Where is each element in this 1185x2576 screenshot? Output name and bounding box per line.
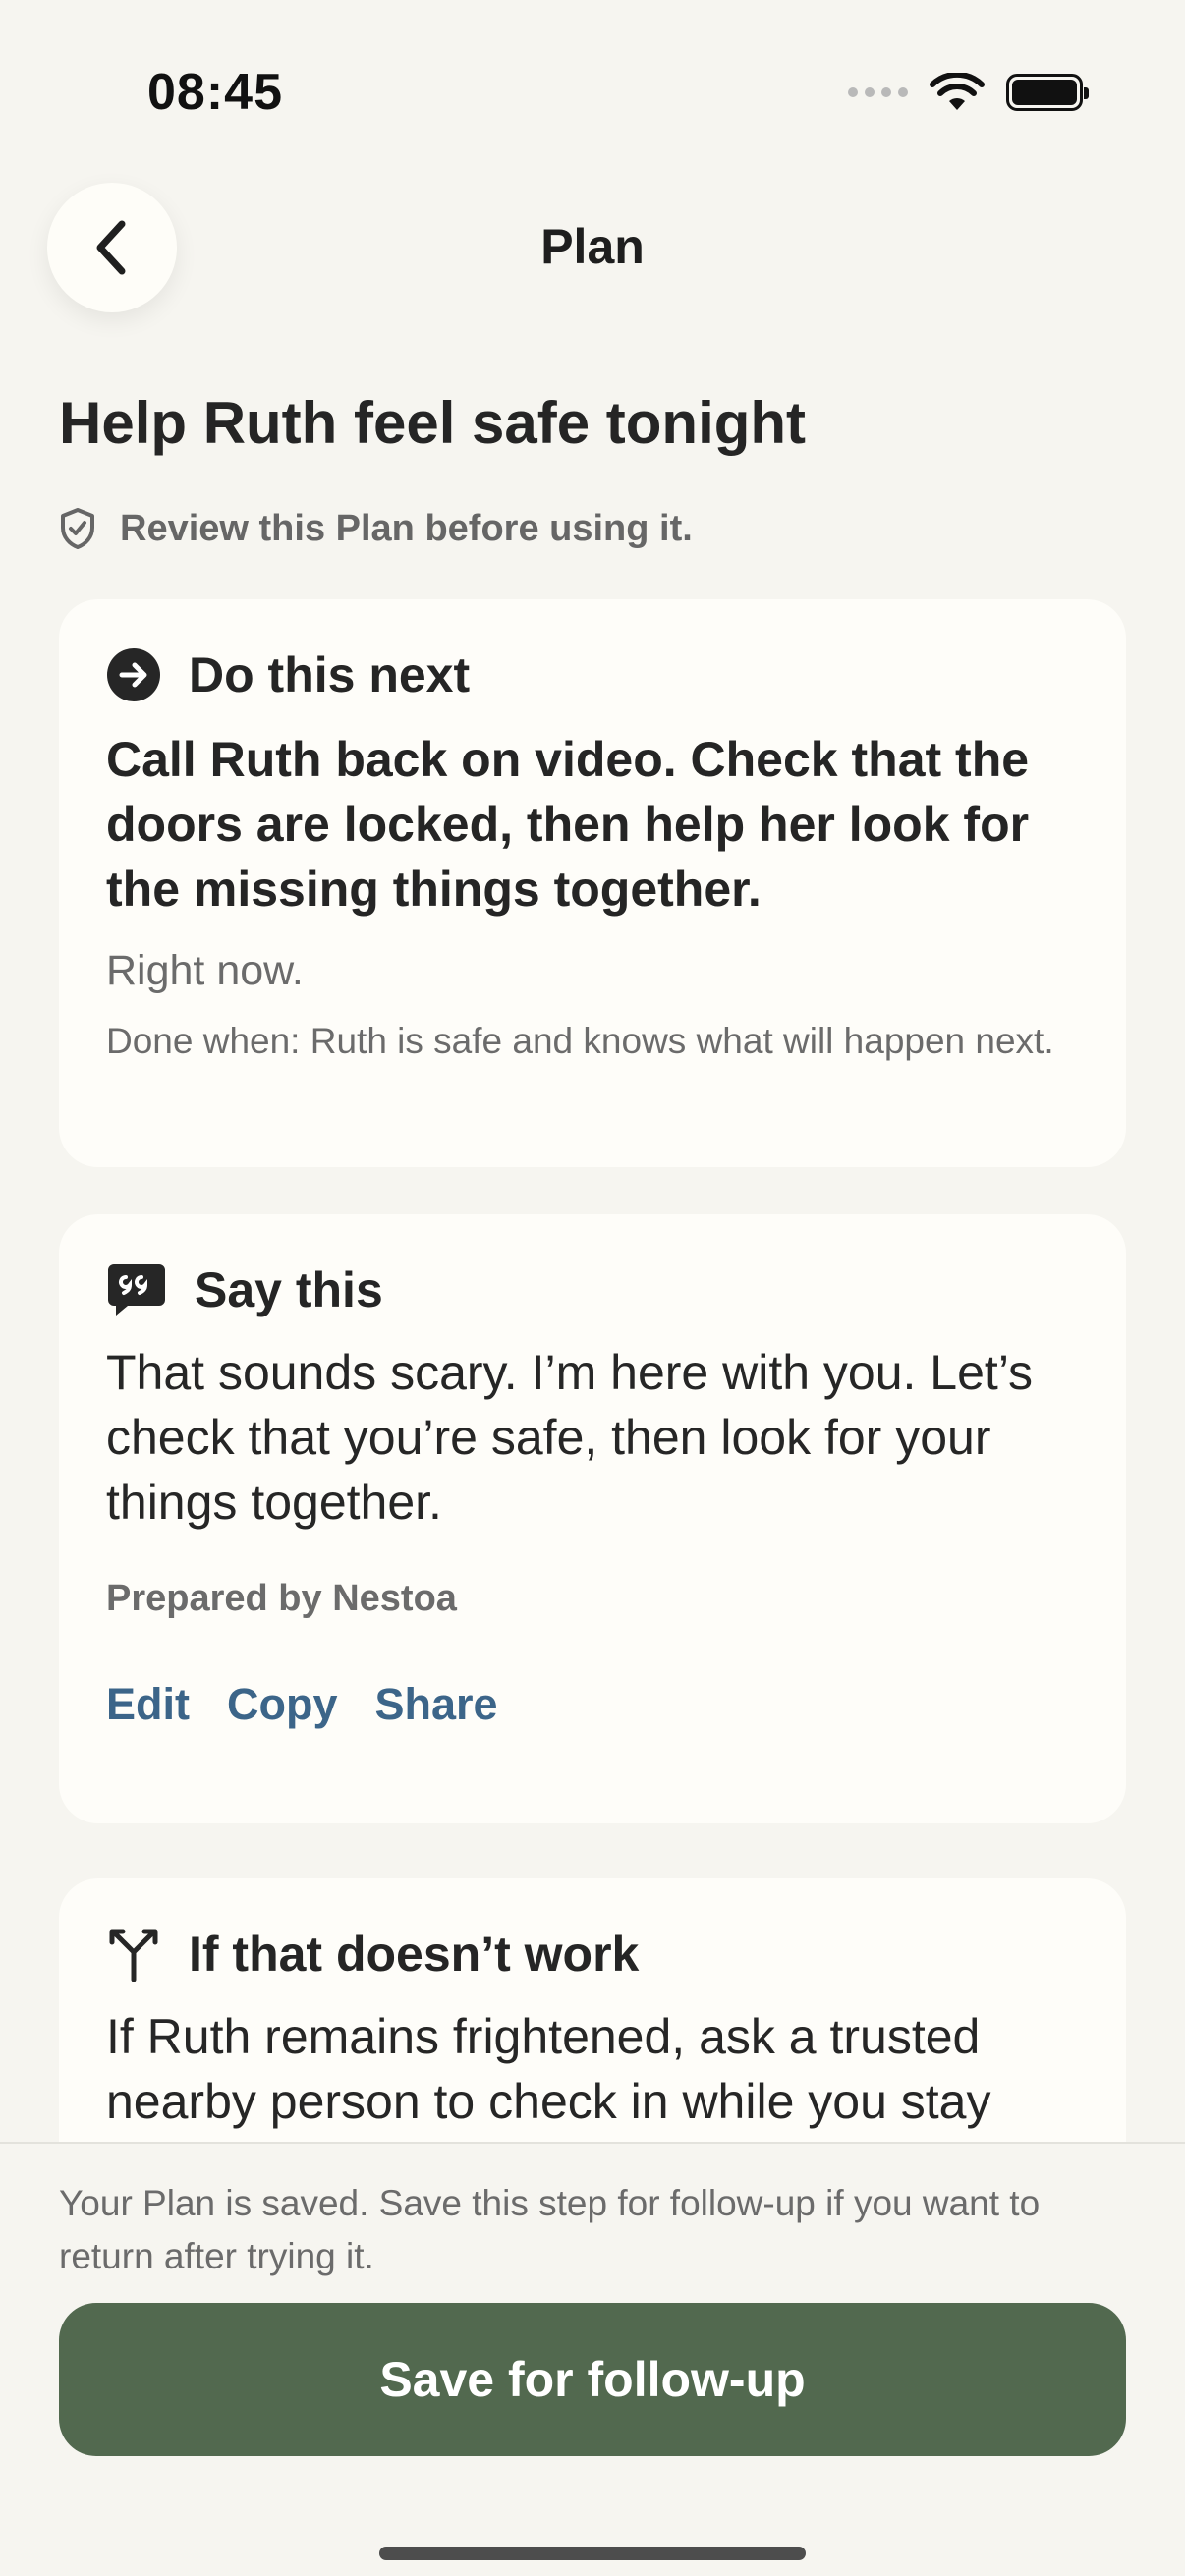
review-note: Review this Plan before using it. (59, 507, 693, 550)
next-step-done-when: Done when: Ruth is safe and knows what w… (106, 1021, 1054, 1061)
share-button[interactable]: Share (375, 1679, 498, 1730)
plan-content[interactable]: Do this next Call Ruth back on video. Ch… (0, 599, 1185, 2142)
fallback-text: If Ruth remains frightened, ask a truste… (106, 2009, 991, 2129)
prepared-by: Prepared by Nestoa (106, 1578, 457, 1619)
save-for-follow-up-button[interactable]: Save for follow-up (59, 2303, 1126, 2456)
wifi-icon (930, 73, 985, 110)
copy-button[interactable]: Copy (227, 1679, 338, 1730)
status-bar: 08:45 (0, 0, 1185, 187)
next-step-timing: Right now. (106, 947, 304, 994)
say-this-text: That sounds scary. I’m here with you. Le… (106, 1345, 1034, 1530)
next-step-label: Do this next (189, 647, 471, 702)
fallback-label: If that doesn’t work (189, 1927, 640, 1982)
say-this-card: Say this That sounds scary. I’m here wit… (59, 1214, 1126, 1823)
battery-icon (1006, 74, 1089, 111)
say-this-actions: Edit Copy Share (106, 1679, 1079, 1730)
home-indicator[interactable] (379, 2547, 806, 2560)
bottom-panel: Your Plan is saved. Save this step for f… (0, 2142, 1185, 2576)
next-step-instruction: Call Ruth back on video. Check that the … (106, 732, 1030, 917)
say-this-header: Say this (106, 1261, 1079, 1318)
shield-check-icon (61, 508, 94, 549)
next-step-card: Do this next Call Ruth back on video. Ch… (59, 599, 1126, 1167)
say-this-label: Say this (195, 1262, 383, 1317)
nav-title: Plan (540, 219, 645, 274)
review-note-text: Review this Plan before using it. (120, 507, 693, 549)
page-heading: Help Ruth feel safe tonight (59, 390, 807, 456)
branch-icon (109, 1929, 158, 1982)
fallback-header: If that doesn’t work (106, 1926, 1079, 1983)
status-icons (848, 73, 1089, 112)
save-note: Your Plan is saved. Save this step for f… (59, 2183, 1041, 2276)
next-step-header: Do this next (106, 646, 1079, 703)
arrow-right-circle-icon (107, 648, 160, 701)
edit-button[interactable]: Edit (106, 1679, 190, 1730)
fallback-card: If that doesn’t work If Ruth remains fri… (59, 1878, 1126, 2142)
status-time: 08:45 (147, 64, 283, 121)
quote-bubble-icon (108, 1264, 165, 1316)
cellular-signal-icon (848, 87, 908, 97)
